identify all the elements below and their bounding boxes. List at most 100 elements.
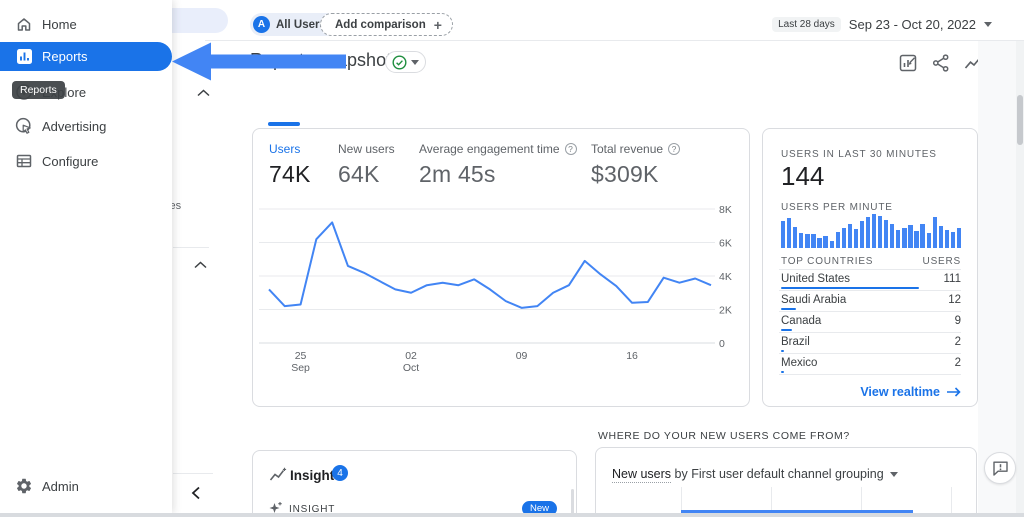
- header-divider: [205, 40, 1024, 41]
- chevron-down-icon: [889, 471, 898, 477]
- country-row: Brazil 2: [779, 333, 961, 354]
- country-users-value: 2: [954, 357, 961, 369]
- configure-icon: [15, 152, 33, 170]
- report-status-dropdown[interactable]: [385, 51, 426, 73]
- customize-report-icon: [899, 54, 916, 71]
- country-bar: [781, 370, 784, 373]
- per-minute-bar: [811, 234, 816, 248]
- per-minute-bar: [890, 224, 895, 248]
- per-minute-bar: [884, 220, 889, 248]
- divider: [173, 473, 213, 474]
- svg-text:16: 16: [626, 350, 638, 362]
- per-minute-bar: [799, 233, 804, 248]
- svg-text:25: 25: [295, 350, 307, 362]
- feedback-button[interactable]: [984, 452, 1016, 484]
- insights-card: Insights 4 INSIGHT New: [252, 450, 577, 517]
- country-bar: [781, 349, 784, 352]
- per-minute-bar: [908, 225, 913, 248]
- insights-sparkline-icon: [269, 467, 287, 481]
- sidebar-item-label: Advertising: [42, 118, 107, 134]
- home-icon: [15, 15, 33, 33]
- per-minute-bar: [926, 233, 931, 248]
- per-minute-bar: [920, 224, 925, 248]
- plus-icon: +: [433, 16, 442, 33]
- reports-icon: [15, 48, 33, 66]
- sidebar-item-configure[interactable]: Configure: [0, 144, 172, 178]
- per-minute-bar: [787, 218, 792, 248]
- country-bar: [781, 307, 796, 310]
- per-minute-bar: [932, 217, 937, 248]
- per-minute-bar: [823, 236, 828, 248]
- per-minute-bar: [865, 217, 871, 248]
- gear-icon: [15, 477, 33, 495]
- per-minute-bar: [944, 230, 949, 248]
- svg-text:02: 02: [405, 350, 417, 362]
- svg-text:09: 09: [516, 350, 528, 362]
- per-minute-bar: [938, 226, 943, 248]
- chart-dimension-dropdown[interactable]: New users by First user default channel …: [612, 467, 898, 483]
- svg-text:2K: 2K: [719, 305, 732, 317]
- sidebar-item-label: Reports: [42, 49, 88, 64]
- realtime-card: USERS IN LAST 30 MINUTES 144 USERS PER M…: [762, 128, 978, 407]
- annotation-arrow: [172, 42, 346, 81]
- users-line-chart: 8K 6K 4K 2K 0 25Sep 02Oct 09 16: [259, 204, 732, 374]
- country-row: Mexico 2: [779, 354, 961, 375]
- active-metric-tab-indicator: [268, 122, 300, 126]
- window-edge: [0, 513, 1024, 517]
- svg-text:Oct: Oct: [403, 362, 419, 374]
- country-name: Mexico: [781, 357, 818, 369]
- metric-selector[interactable]: New users: [612, 467, 672, 483]
- metric-tab-new-users[interactable]: New users 64K: [338, 142, 395, 188]
- metric-tab-total-revenue[interactable]: Total revenue ? $309K: [591, 142, 681, 188]
- metric-tab-users[interactable]: Users 74K: [269, 142, 311, 188]
- per-minute-bar: [805, 234, 810, 248]
- sidebar-item-label: Configure: [42, 153, 99, 169]
- collapse-panel-icon[interactable]: [190, 486, 202, 500]
- country-users-value: 12: [948, 294, 961, 306]
- per-minute-bar: [871, 214, 877, 248]
- country-users-value: 9: [954, 315, 961, 327]
- help-icon[interactable]: ?: [564, 143, 577, 155]
- sidebar-item-label: Admin: [42, 478, 79, 494]
- share-icon: [932, 53, 948, 72]
- per-minute-bar: [914, 231, 919, 248]
- sidebar-item-admin[interactable]: Admin: [0, 469, 172, 503]
- per-minute-bar: [847, 224, 852, 248]
- country-name: Saudi Arabia: [781, 294, 847, 306]
- view-realtime-link[interactable]: View realtime: [860, 385, 961, 399]
- svg-text:8K: 8K: [719, 204, 732, 216]
- sidebar-item-home[interactable]: Home: [0, 7, 172, 41]
- sidebar-item-advertising[interactable]: Advertising: [0, 109, 172, 143]
- chevron-up-icon[interactable]: [196, 88, 211, 98]
- country-row: United States 111: [779, 270, 961, 291]
- avatar: A: [253, 16, 270, 33]
- country-bar: [781, 328, 792, 331]
- sidebar-item-label: Home: [42, 16, 77, 32]
- per-minute-bar: [896, 230, 901, 248]
- per-minute-bar: [853, 229, 859, 248]
- add-comparison-label: Add comparison: [335, 18, 426, 31]
- snapshot-overview-card: Users 74K New users 64K Average engageme…: [252, 128, 750, 407]
- chevron-down-icon: [411, 59, 419, 65]
- users-per-minute-bar-chart: [781, 214, 962, 248]
- check-circle-icon: [392, 54, 407, 70]
- share-button[interactable]: [930, 52, 951, 73]
- feedback-icon: [992, 461, 1008, 476]
- date-range-picker[interactable]: Last 28 days Sep 23 - Oct 20, 2022: [772, 14, 992, 34]
- all-users-label: All Users: [276, 18, 326, 31]
- sidebar-item-reports[interactable]: Reports: [0, 42, 172, 71]
- users-per-minute-label: USERS PER MINUTE: [781, 202, 893, 213]
- page-scrollbar[interactable]: [1016, 41, 1024, 513]
- report-toolbar: [897, 52, 984, 73]
- help-icon[interactable]: ?: [668, 143, 681, 155]
- add-comparison-button[interactable]: Add comparison +: [320, 13, 453, 36]
- customize-report-button[interactable]: [897, 52, 918, 73]
- per-minute-bar: [956, 228, 962, 248]
- new-users-by-channel-card: New users by First user default channel …: [595, 447, 977, 517]
- chevron-up-icon[interactable]: [193, 260, 208, 270]
- scrollbar-thumb[interactable]: [1017, 95, 1023, 145]
- insights-count-badge: 4: [332, 465, 348, 481]
- section-heading: WHERE DO YOUR NEW USERS COME FROM?: [598, 430, 850, 442]
- date-preset-badge: Last 28 days: [772, 16, 841, 32]
- metric-tab-avg-engagement-time[interactable]: Average engagement time ? 2m 45s: [419, 142, 577, 188]
